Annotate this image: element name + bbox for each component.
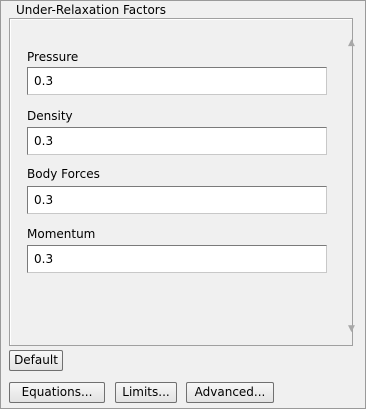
pressure-input[interactable] — [27, 67, 327, 95]
density-input[interactable] — [27, 127, 327, 155]
vertical-scrollbar[interactable]: ▲ ▼ — [344, 37, 359, 343]
scroll-down-icon[interactable]: ▼ — [344, 323, 359, 335]
relaxation-panel: Under-Relaxation Factors Pressure Densit… — [0, 0, 366, 409]
momentum-label: Momentum — [27, 227, 96, 241]
group-title: Under-Relaxation Factors — [13, 3, 169, 17]
pressure-label: Pressure — [27, 50, 79, 64]
scroll-up-icon[interactable]: ▲ — [344, 37, 359, 49]
default-button[interactable]: Default — [9, 350, 63, 371]
density-label: Density — [27, 109, 73, 123]
advanced-button[interactable]: Advanced... — [186, 382, 274, 403]
limits-button[interactable]: Limits... — [115, 382, 177, 403]
body-forces-label: Body Forces — [27, 167, 100, 181]
equations-button[interactable]: Equations... — [9, 382, 105, 403]
momentum-input[interactable] — [27, 245, 327, 273]
body-forces-input[interactable] — [27, 186, 327, 214]
